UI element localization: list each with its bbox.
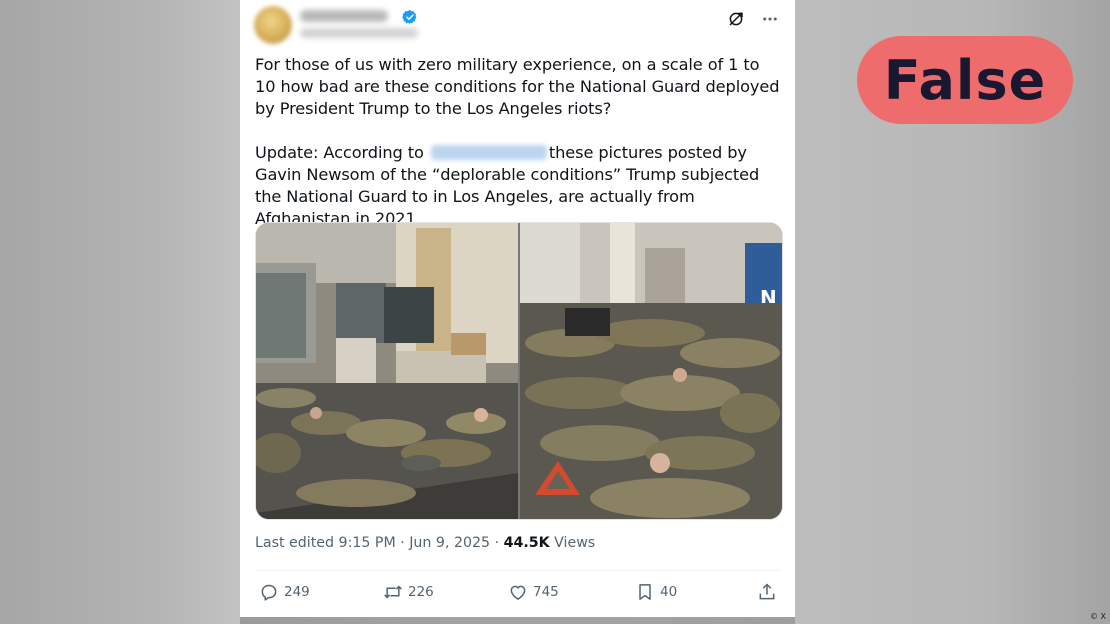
avatar[interactable] — [254, 6, 292, 44]
action-bar: 249 226 745 40 — [255, 580, 780, 604]
more-icon[interactable] — [761, 10, 779, 28]
blurred-mention-link[interactable] — [430, 145, 547, 160]
display-name-blurred[interactable] — [300, 10, 388, 22]
photo-soldiers-sleeping-on-floor[interactable]: N — [520, 223, 782, 519]
verdict-label: False — [883, 48, 1047, 112]
edited-timestamp[interactable]: Last edited 9:15 PM · Jun 9, 2025 · — [255, 535, 499, 551]
grok-icon[interactable] — [727, 10, 745, 28]
bookmark-icon — [639, 584, 651, 600]
reply-button[interactable]: 249 — [259, 580, 310, 604]
share-icon — [759, 583, 775, 600]
share-button[interactable] — [757, 580, 777, 604]
like-button[interactable]: 745 — [508, 580, 559, 604]
like-count: 745 — [533, 584, 559, 600]
like-icon — [510, 585, 526, 600]
reply-icon — [261, 584, 277, 601]
bookmark-count: 40 — [660, 584, 678, 600]
repost-button[interactable]: 226 — [383, 580, 434, 604]
post-text-paragraph-1: For those of us with zero military exper… — [255, 55, 780, 118]
views-label: Views — [554, 535, 596, 551]
post-card: For those of us with zero military exper… — [240, 0, 795, 617]
repost-count: 226 — [408, 584, 434, 600]
repost-icon — [384, 585, 402, 599]
post-text-paragraph-2: Update: According to these pictures post… — [255, 142, 780, 230]
handle-blurred[interactable] — [300, 28, 418, 38]
post-header — [254, 4, 781, 44]
photo-soldiers-near-scanner[interactable] — [256, 223, 518, 519]
post-media[interactable]: N — [255, 222, 783, 520]
update-prefix: Update: According to — [255, 143, 424, 162]
image-credit: © X — [1089, 612, 1106, 621]
verified-badge-icon — [402, 10, 417, 24]
reply-count: 249 — [284, 584, 310, 600]
bookmark-button[interactable]: 40 — [635, 580, 677, 604]
views-count: 44.5K — [503, 535, 550, 551]
verdict-badge: False — [857, 36, 1073, 124]
divider — [255, 570, 780, 571]
background-left — [0, 0, 240, 624]
post-text: For those of us with zero military exper… — [255, 54, 780, 230]
post-meta: Last edited 9:15 PM · Jun 9, 2025 · 44.5… — [255, 535, 595, 551]
